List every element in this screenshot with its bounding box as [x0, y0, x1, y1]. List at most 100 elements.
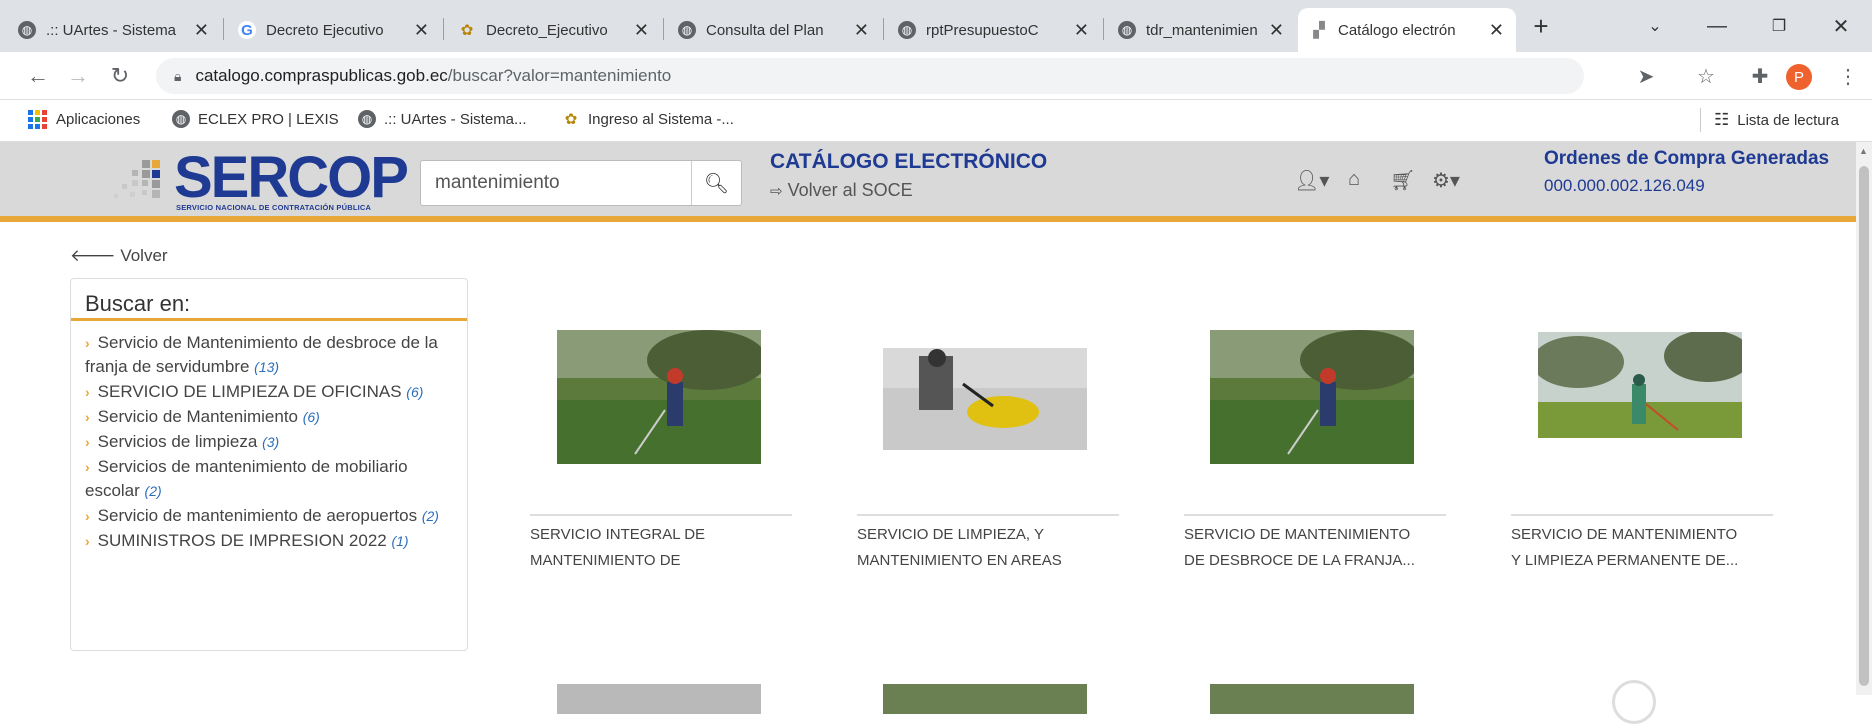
bookmark-label: Aplicaciones	[56, 111, 141, 128]
tab-decreto-pdf[interactable]: ✿ Decreto_Ejecutivo ✕	[446, 8, 661, 52]
chevron-right-icon: ›	[85, 335, 90, 351]
send-icon[interactable]: ➤	[1630, 60, 1662, 92]
facets-title: Buscar en:	[71, 279, 467, 321]
tab-title: Consulta del Plan	[706, 21, 824, 39]
bookmark-uartes[interactable]: ◍ .:: UArtes - Sistema...	[358, 110, 527, 128]
back-arrow-icon[interactable]: ←	[22, 60, 54, 92]
tab-decreto-google[interactable]: G Decreto Ejecutivo ✕	[226, 8, 441, 52]
product-image[interactable]	[1210, 684, 1414, 714]
tab-uartes[interactable]: ◍ .:: UArtes - Sistema ✕	[6, 8, 221, 52]
facet-item[interactable]: › Servicios de mantenimiento de mobiliari…	[85, 455, 453, 503]
close-icon[interactable]: ✕	[1269, 20, 1284, 41]
user-menu-icon[interactable]: 👤︎▾	[1294, 168, 1329, 193]
bookmark-label: ECLEX PRO | LEXIS	[198, 110, 339, 128]
site-header: SERCOP SERVICIO NACIONAL DE CONTRATACIÓN…	[0, 142, 1856, 222]
star-icon[interactable]: ☆	[1690, 60, 1722, 92]
scroll-thumb[interactable]	[1859, 166, 1869, 686]
facet-item[interactable]: › Servicios de limpieza (3)	[85, 430, 453, 454]
sercop-icon: ▞	[1313, 22, 1325, 39]
facet-item[interactable]: › SERVICIO DE LIMPIEZA DE OFICINAS (6)	[85, 380, 453, 404]
tab-rpt-presupuesto[interactable]: ◍ rptPresupuestoC ✕	[886, 8, 1101, 52]
tab-catalogo-electronico[interactable]: ▞ Catálogo electrón ✕	[1298, 8, 1516, 52]
product-image[interactable]	[1538, 332, 1742, 438]
arrow-left-icon: 🡐	[70, 246, 116, 265]
close-icon[interactable]: ✕	[414, 20, 429, 41]
product-title[interactable]: SERVICIO DE MANTENIMIENTO Y LIMPIEZA PERM…	[1511, 522, 1773, 574]
tab-consulta-plan[interactable]: ◍ Consulta del Plan ✕	[666, 8, 881, 52]
product-title-line: SERVICIO INTEGRAL DE	[530, 526, 706, 543]
minimize-button[interactable]: —	[1686, 0, 1748, 52]
search-button[interactable]: 🔍︎	[691, 161, 741, 205]
orders-title: Ordenes de Compra Generadas	[1544, 148, 1830, 169]
reload-icon[interactable]: ↻	[104, 60, 136, 92]
facet-label: SERVICIO DE LIMPIEZA DE OFICINAS	[97, 382, 402, 401]
close-icon[interactable]: ✕	[1074, 20, 1089, 41]
bookmark-apps[interactable]: Aplicaciones	[28, 110, 140, 129]
card-divider	[530, 514, 792, 516]
window-close-button[interactable]: ✕	[1810, 0, 1872, 52]
search-input[interactable]: mantenimiento	[421, 161, 691, 205]
page-scrollbar[interactable]: ▲	[1856, 142, 1872, 695]
logo-mosaic-icon	[114, 160, 160, 198]
facet-count: (2)	[144, 483, 162, 499]
close-icon[interactable]: ✕	[1489, 20, 1504, 41]
forward-arrow-icon[interactable]: →	[62, 60, 94, 92]
tab-title: Catálogo electrón	[1338, 21, 1456, 39]
facet-count: (6)	[406, 384, 424, 400]
facet-label: Servicio de mantenimiento de aeropuertos	[97, 506, 418, 525]
tab-title: Decreto Ejecutivo	[266, 21, 384, 39]
product-title[interactable]: SERVICIO INTEGRAL DE MANTENIMIENTO DE	[530, 522, 792, 574]
extensions-icon[interactable]: ✚	[1744, 60, 1776, 92]
bee-icon: ✿	[564, 111, 578, 128]
close-icon[interactable]: ✕	[854, 20, 869, 41]
tab-title: .:: UArtes - Sistema	[46, 21, 177, 39]
product-title[interactable]: SERVICIO DE LIMPIEZA, Y MANTENIMIENTO EN …	[857, 522, 1119, 574]
bookmarks-bar: Aplicaciones ◍ ECLEX PRO | LEXIS ◍ .:: U…	[0, 100, 1872, 142]
product-title-line: MANTENIMIENTO DE	[530, 552, 681, 569]
product-title-line: SERVICIO DE MANTENIMIENTO	[1511, 526, 1738, 543]
chevron-right-icon: ›	[85, 508, 90, 524]
home-icon[interactable]: ⌂	[1348, 168, 1360, 191]
volver-soce-label: Volver al SOCE	[787, 180, 913, 200]
product-title[interactable]: SERVICIO DE MANTENIMIENTO DE DESBROCE DE …	[1184, 522, 1446, 574]
globe-icon: ◍	[898, 21, 916, 39]
close-icon[interactable]: ✕	[194, 20, 209, 41]
volver-link[interactable]: 🡐 Volver	[70, 246, 168, 266]
cart-icon[interactable]: 🛒︎	[1390, 168, 1415, 193]
reading-list-icon: ☷	[1714, 110, 1730, 129]
new-tab-button[interactable]: +	[1510, 0, 1572, 52]
card-divider	[1184, 514, 1446, 516]
restore-button[interactable]: ❐	[1748, 0, 1810, 52]
facet-item[interactable]: › Servicio de Mantenimiento de desbroce d…	[85, 331, 453, 379]
reading-list[interactable]: ☷ Lista de lectura	[1714, 110, 1839, 130]
bookmark-eclex[interactable]: ◍ ECLEX PRO | LEXIS	[172, 110, 339, 128]
product-image[interactable]	[883, 684, 1087, 714]
close-icon[interactable]: ✕	[634, 20, 649, 41]
apps-grid-icon	[28, 110, 47, 129]
product-image[interactable]	[557, 684, 761, 714]
bookmark-label: .:: UArtes - Sistema...	[384, 110, 527, 128]
facet-item[interactable]: › Servicio de Mantenimiento (6)	[85, 405, 453, 429]
more-menu-icon[interactable]: ⋮	[1832, 60, 1864, 92]
settings-gear-icon[interactable]: ⚙▾	[1432, 168, 1460, 193]
address-bar[interactable]: 🔒︎ catalogo.compraspublicas.gob.ec/busca…	[156, 58, 1584, 94]
search-box: mantenimiento 🔍︎	[420, 160, 742, 206]
facet-item[interactable]: › Servicio de mantenimiento de aeropuerto…	[85, 504, 453, 528]
product-title-line: Y LIMPIEZA PERMANENTE DE...	[1511, 552, 1739, 569]
tab-search-icon[interactable]: ⌄	[1624, 0, 1686, 52]
tab-tdr-mantenimiento[interactable]: ◍ tdr_mantenimien ✕	[1106, 8, 1296, 52]
globe-icon: ◍	[1118, 21, 1136, 39]
volver-soce-link[interactable]: ⇨ Volver al SOCE	[770, 180, 913, 201]
product-image[interactable]	[883, 348, 1087, 450]
bookmark-ingreso[interactable]: ✿ Ingreso al Sistema -...	[562, 110, 734, 129]
globe-icon: ◍	[18, 21, 36, 39]
scroll-up-icon[interactable]: ▲	[1859, 146, 1868, 156]
profile-avatar[interactable]: P	[1786, 64, 1812, 90]
facet-item[interactable]: › SUMINISTROS DE IMPRESION 2022 (1)	[85, 529, 453, 553]
product-image[interactable]	[557, 330, 761, 464]
search-facets-panel: Buscar en: › Servicio de Mantenimiento de…	[70, 278, 468, 651]
bookmark-label: Ingreso al Sistema -...	[588, 110, 734, 128]
sercop-logo[interactable]: SERCOP SERVICIO NACIONAL DE CONTRATACIÓN…	[108, 148, 409, 214]
google-icon: G	[238, 21, 256, 39]
product-image[interactable]	[1210, 330, 1414, 464]
